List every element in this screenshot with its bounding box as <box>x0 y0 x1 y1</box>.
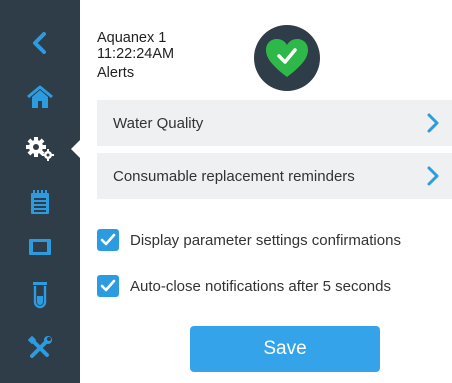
checkmark-icon <box>100 279 116 292</box>
sidebar-item-tools[interactable] <box>0 323 80 373</box>
option-display-confirmations: Display parameter settings confirmations <box>97 228 401 252</box>
home-icon <box>27 85 53 108</box>
gears-icon <box>26 137 54 161</box>
checkmark-icon <box>100 233 116 246</box>
menu-item-label: Water Quality <box>113 114 204 132</box>
chevron-right-icon <box>427 113 439 133</box>
sidebar-item-settings[interactable] <box>0 124 81 174</box>
sidebar-item-log[interactable] <box>0 177 80 227</box>
tools-icon <box>27 335 52 358</box>
back-chevron-icon <box>33 32 46 54</box>
option-auto-close: Auto-close notifications after 5 seconds <box>97 274 391 298</box>
device-name: Aquanex 1 <box>97 30 167 46</box>
sidebar-item-test[interactable] <box>0 270 80 320</box>
page-title: Alerts <box>97 65 135 81</box>
auto-close-checkbox[interactable] <box>97 275 119 297</box>
check-heart-icon <box>266 39 308 77</box>
consumable-reminders-row[interactable]: Consumable replacement reminders <box>97 153 452 199</box>
notepad-icon <box>31 190 49 214</box>
sidebar-item-display[interactable] <box>0 222 80 272</box>
save-button[interactable]: Save <box>190 326 380 372</box>
display-confirmations-label: Display parameter settings confirmations <box>130 231 401 249</box>
chevron-right-icon <box>427 166 439 186</box>
device-info: Aquanex 1 11:22:24AM Alerts <box>97 30 174 81</box>
status-badge <box>254 25 320 91</box>
device-time: 11:22:24AM <box>97 46 175 62</box>
water-quality-row[interactable]: Water Quality <box>97 100 452 146</box>
menu-item-label: Consumable replacement reminders <box>113 167 355 185</box>
auto-close-label: Auto-close notifications after 5 seconds <box>130 277 391 295</box>
test-tube-icon <box>33 282 47 309</box>
back-button[interactable] <box>0 18 80 68</box>
active-indicator <box>71 139 81 159</box>
display-panel-icon <box>29 239 51 255</box>
sidebar-item-home[interactable] <box>0 72 80 122</box>
sidebar <box>0 0 81 383</box>
display-confirmations-checkbox[interactable] <box>97 229 119 251</box>
